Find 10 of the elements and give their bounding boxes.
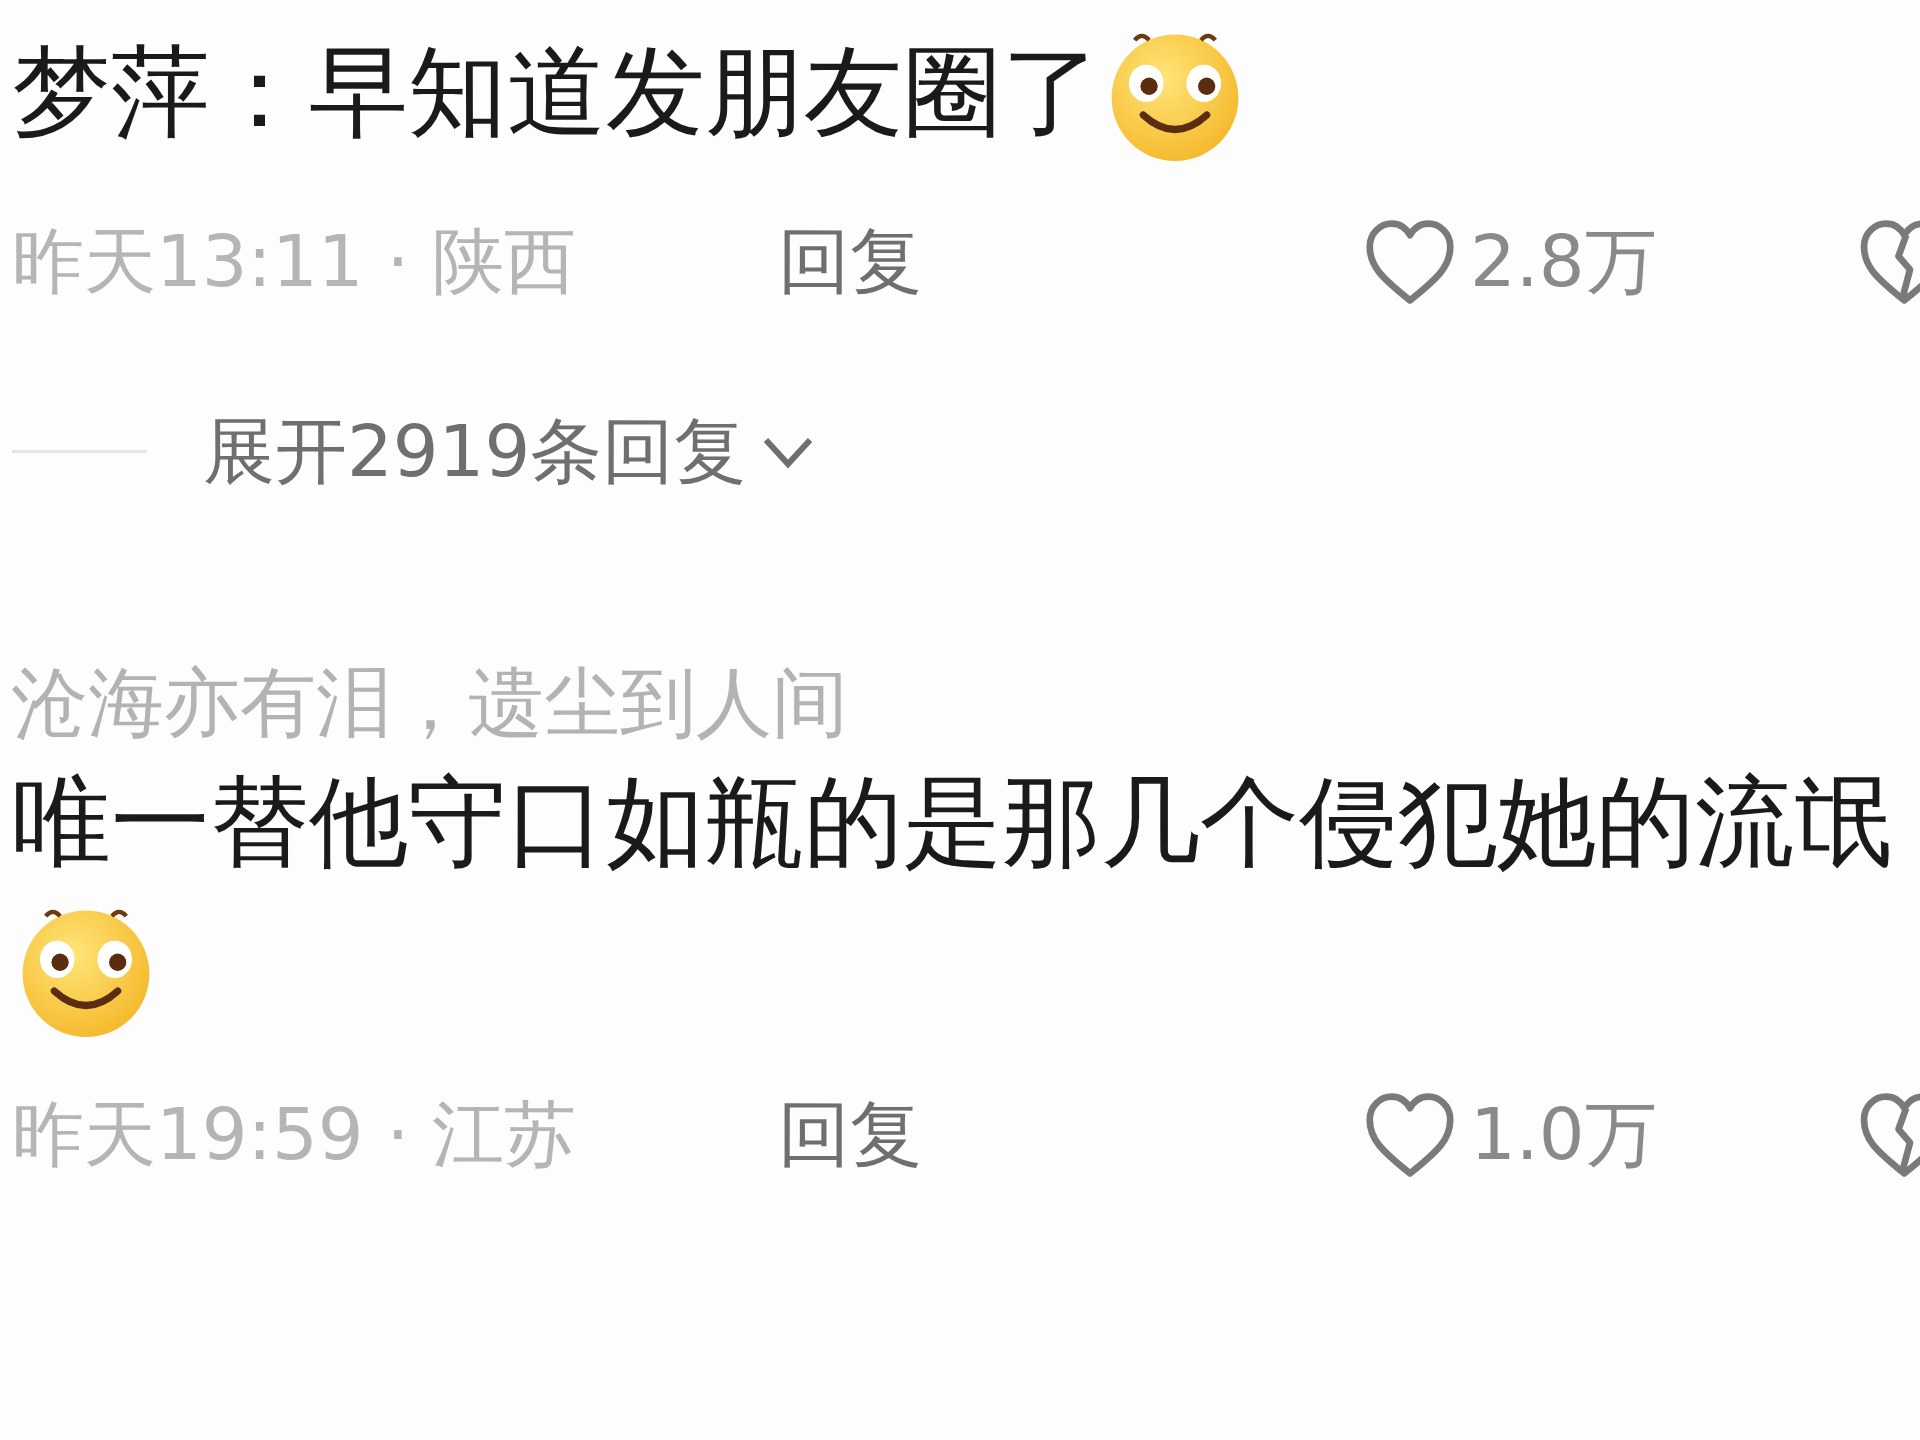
- like-count: 2.8万: [1470, 217, 1658, 305]
- timestamp-location: 昨天19:59 · 江苏: [12, 1091, 578, 1179]
- like-count: 1.0万: [1470, 1091, 1658, 1179]
- reply-link[interactable]: 回复: [778, 213, 922, 310]
- username: 沧海亦有泪，遗尘到人间: [12, 656, 848, 748]
- comment-text: 唯一替他守口如瓶的是那几个侵犯她的流氓: [12, 762, 1893, 881]
- reply-link[interactable]: 回复: [778, 1087, 922, 1184]
- timestamp-location: 昨天13:11 · 陕西: [12, 217, 578, 305]
- expand-replies-link[interactable]: 展开2919条回复: [203, 403, 817, 500]
- comment-text: 梦萍：早知道发朋友圈了: [12, 33, 1101, 151]
